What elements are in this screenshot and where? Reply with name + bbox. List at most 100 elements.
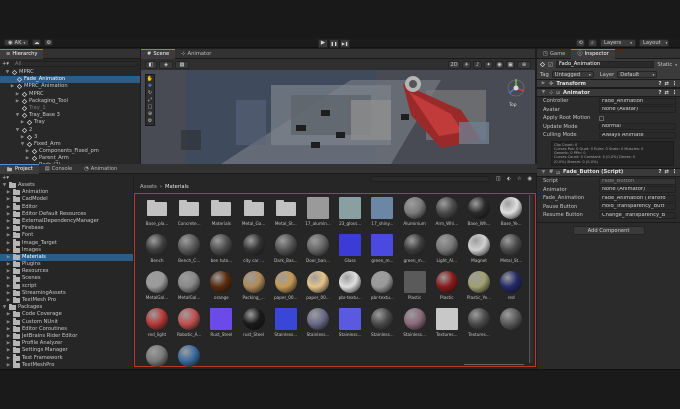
hierarchy-search-input[interactable]: All	[10, 60, 138, 67]
perspective-label[interactable]: Top	[509, 103, 517, 108]
field-value[interactable]: Fade_Animation	[599, 97, 676, 105]
project-folder-item[interactable]: ▶ Firebase	[0, 224, 133, 232]
asset-item[interactable]: 17_alumin...	[303, 197, 333, 226]
tab-console[interactable]: ▤ Console	[39, 164, 79, 174]
collapse-arrow-icon[interactable]: ▶	[6, 275, 11, 282]
asset-item[interactable]: rust_Steel	[239, 308, 269, 337]
asset-item[interactable]: paper_00...	[271, 271, 301, 300]
project-folder-item[interactable]: ▶ JetBrains Rider Editor	[0, 332, 133, 340]
project-folder-item[interactable]: ▶ Images	[0, 246, 133, 254]
asset-item[interactable]: pbr-textu...	[335, 271, 365, 300]
project-folder-item[interactable]: ▶ Animation	[0, 188, 133, 196]
enabled-checkbox[interactable]: ☑	[556, 90, 560, 95]
project-folder-item[interactable]: ▶ Materials	[0, 253, 133, 262]
asset-item[interactable]: Metal_St...	[496, 234, 526, 263]
collapse-arrow-icon[interactable]: ▶	[6, 196, 11, 203]
collapse-arrow-icon[interactable]: ▶	[6, 261, 11, 268]
play-button[interactable]: ▶	[318, 38, 328, 48]
asset-item[interactable]: Dark_Bas...	[271, 234, 301, 263]
filter-label-icon[interactable]: ⬖	[507, 176, 511, 182]
hierarchy-item[interactable]: ▶ Parent_Arm	[0, 155, 140, 162]
collapse-arrow-icon[interactable]: ▶	[6, 311, 11, 318]
asset-item[interactable]: Bench_C...	[174, 234, 204, 263]
asset-item[interactable]: pbr-textu...	[367, 271, 397, 300]
help-icon[interactable]: ?	[658, 90, 661, 96]
asset-item[interactable]: orange	[206, 271, 236, 300]
pause-button[interactable]: ❚❚	[329, 38, 339, 48]
project-folder-item[interactable]: ▶ Custom NUnit	[0, 318, 133, 326]
enabled-checkbox[interactable]: ☑	[556, 170, 560, 175]
rotate-tool-icon[interactable]: ↻	[148, 90, 152, 96]
filter-type-icon[interactable]: ◫	[496, 176, 501, 182]
asset-item[interactable]: Stainless...	[335, 308, 365, 337]
asset-item[interactable]: Base_Wh...	[464, 197, 494, 226]
asset-item[interactable]: Stainless...	[367, 308, 397, 337]
asset-item[interactable]: red	[496, 271, 526, 300]
asset-item[interactable]: Rust_Steel	[206, 308, 236, 337]
collapse-arrow-icon[interactable]: ▶	[10, 83, 15, 90]
project-folder-item[interactable]: ▶ script	[0, 282, 133, 290]
hierarchy-item[interactable]: ▼ Fixed_Arm	[0, 141, 140, 148]
collapse-arrow-icon[interactable]: ▶	[20, 134, 25, 141]
asset-item[interactable]: ben tuto...	[206, 234, 236, 263]
collapse-arrow-icon[interactable]: ▶	[15, 91, 20, 98]
custom-tool-icon[interactable]: ⚙	[148, 118, 152, 124]
project-section[interactable]: ▼ Assets	[0, 181, 133, 189]
asset-item[interactable]: Magnet	[464, 234, 494, 263]
component-transform[interactable]: ▶ ✥ Transform ? ⇄ ⋮	[537, 79, 680, 88]
asset-item[interactable]: Textures...	[432, 308, 462, 337]
grid-snap-button[interactable]: ▦	[175, 60, 189, 69]
project-folder-item[interactable]: ▶ Resources	[0, 268, 133, 275]
help-icon[interactable]: ?	[658, 81, 661, 87]
asset-item[interactable]: MetalGal...	[174, 271, 204, 300]
tab-scene[interactable]: # Scene	[141, 48, 176, 59]
camera-button[interactable]: ▣	[506, 60, 515, 69]
asset-item[interactable]: Door_ban...	[303, 234, 333, 263]
layers-dropdown[interactable]: Layers ▾	[600, 39, 636, 47]
collapse-arrow-icon[interactable]: ▶	[6, 204, 11, 211]
account-button[interactable]: ◉ AK ▾	[4, 39, 30, 46]
expand-arrow-icon[interactable]: ▼	[5, 69, 10, 76]
tab-game[interactable]: ◳ Game	[537, 49, 571, 59]
tab-hierarchy[interactable]: ≡ Hierarchy	[0, 48, 44, 59]
active-checkbox[interactable]: ✓	[548, 62, 553, 67]
field-value[interactable]: Normal	[599, 123, 676, 131]
component-fade-button-script[interactable]: ▼ # ☑ Fade_Button (Script) ? ⇄ ⋮	[537, 167, 680, 177]
project-folder-item[interactable]: ▶ Font	[0, 232, 133, 239]
hierarchy-item[interactable]: ▼ 2	[0, 127, 140, 134]
hierarchy-item[interactable]: Tray_1	[0, 105, 140, 112]
asset-item[interactable]: 23_gloss...	[335, 197, 365, 226]
zoom-slider[interactable]	[464, 364, 524, 365]
collapse-arrow-icon[interactable]: ▶	[15, 98, 20, 105]
asset-item[interactable]: Plastic	[432, 271, 462, 300]
collapse-arrow-icon[interactable]: ▶	[6, 254, 11, 261]
expand-arrow-icon[interactable]: ▼	[2, 182, 7, 189]
star-icon[interactable]: ☆	[517, 176, 522, 182]
collapse-arrow-icon[interactable]: ▶	[6, 355, 11, 362]
preset-icon[interactable]: ⇄	[664, 90, 668, 96]
asset-item[interactable]: Metal_St...	[271, 197, 301, 226]
asset-item[interactable]: Bench	[142, 234, 172, 263]
collapse-arrow-icon[interactable]: ▶	[6, 218, 11, 225]
asset-item[interactable]	[142, 345, 172, 367]
expand-arrow-icon[interactable]: ▼	[20, 141, 25, 148]
object-name-field[interactable]: Fado_Animation	[556, 61, 655, 68]
field-value[interactable]: Always Animate	[599, 131, 676, 139]
project-folder-item[interactable]: ▶ Plugins	[0, 260, 133, 268]
tag-dropdown[interactable]: Untagged ▾	[551, 71, 594, 78]
asset-item[interactable]: green_m...	[367, 234, 397, 263]
project-section[interactable]: ▼ Packages	[0, 303, 133, 311]
collapse-arrow-icon[interactable]: ▶	[6, 290, 11, 297]
rect-tool-icon[interactable]: ▢	[148, 104, 153, 110]
asset-item[interactable]: Arm_Whi...	[432, 197, 462, 226]
add-component-button[interactable]: Add Component	[572, 226, 645, 236]
effects-button[interactable]: ✦	[484, 60, 493, 69]
scrollbar[interactable]	[529, 195, 533, 363]
asset-item[interactable]: Textures...	[464, 308, 494, 337]
gizmos-button[interactable]: ⊕	[517, 60, 531, 69]
collapse-arrow-icon[interactable]: ▶	[6, 333, 11, 340]
visibility-icon[interactable]: ◉	[527, 176, 532, 182]
chevron-down-icon[interactable]: ▾	[675, 63, 677, 67]
search-button[interactable]: ⌕	[588, 39, 597, 47]
collapse-arrow-icon[interactable]: ▶	[6, 240, 11, 247]
